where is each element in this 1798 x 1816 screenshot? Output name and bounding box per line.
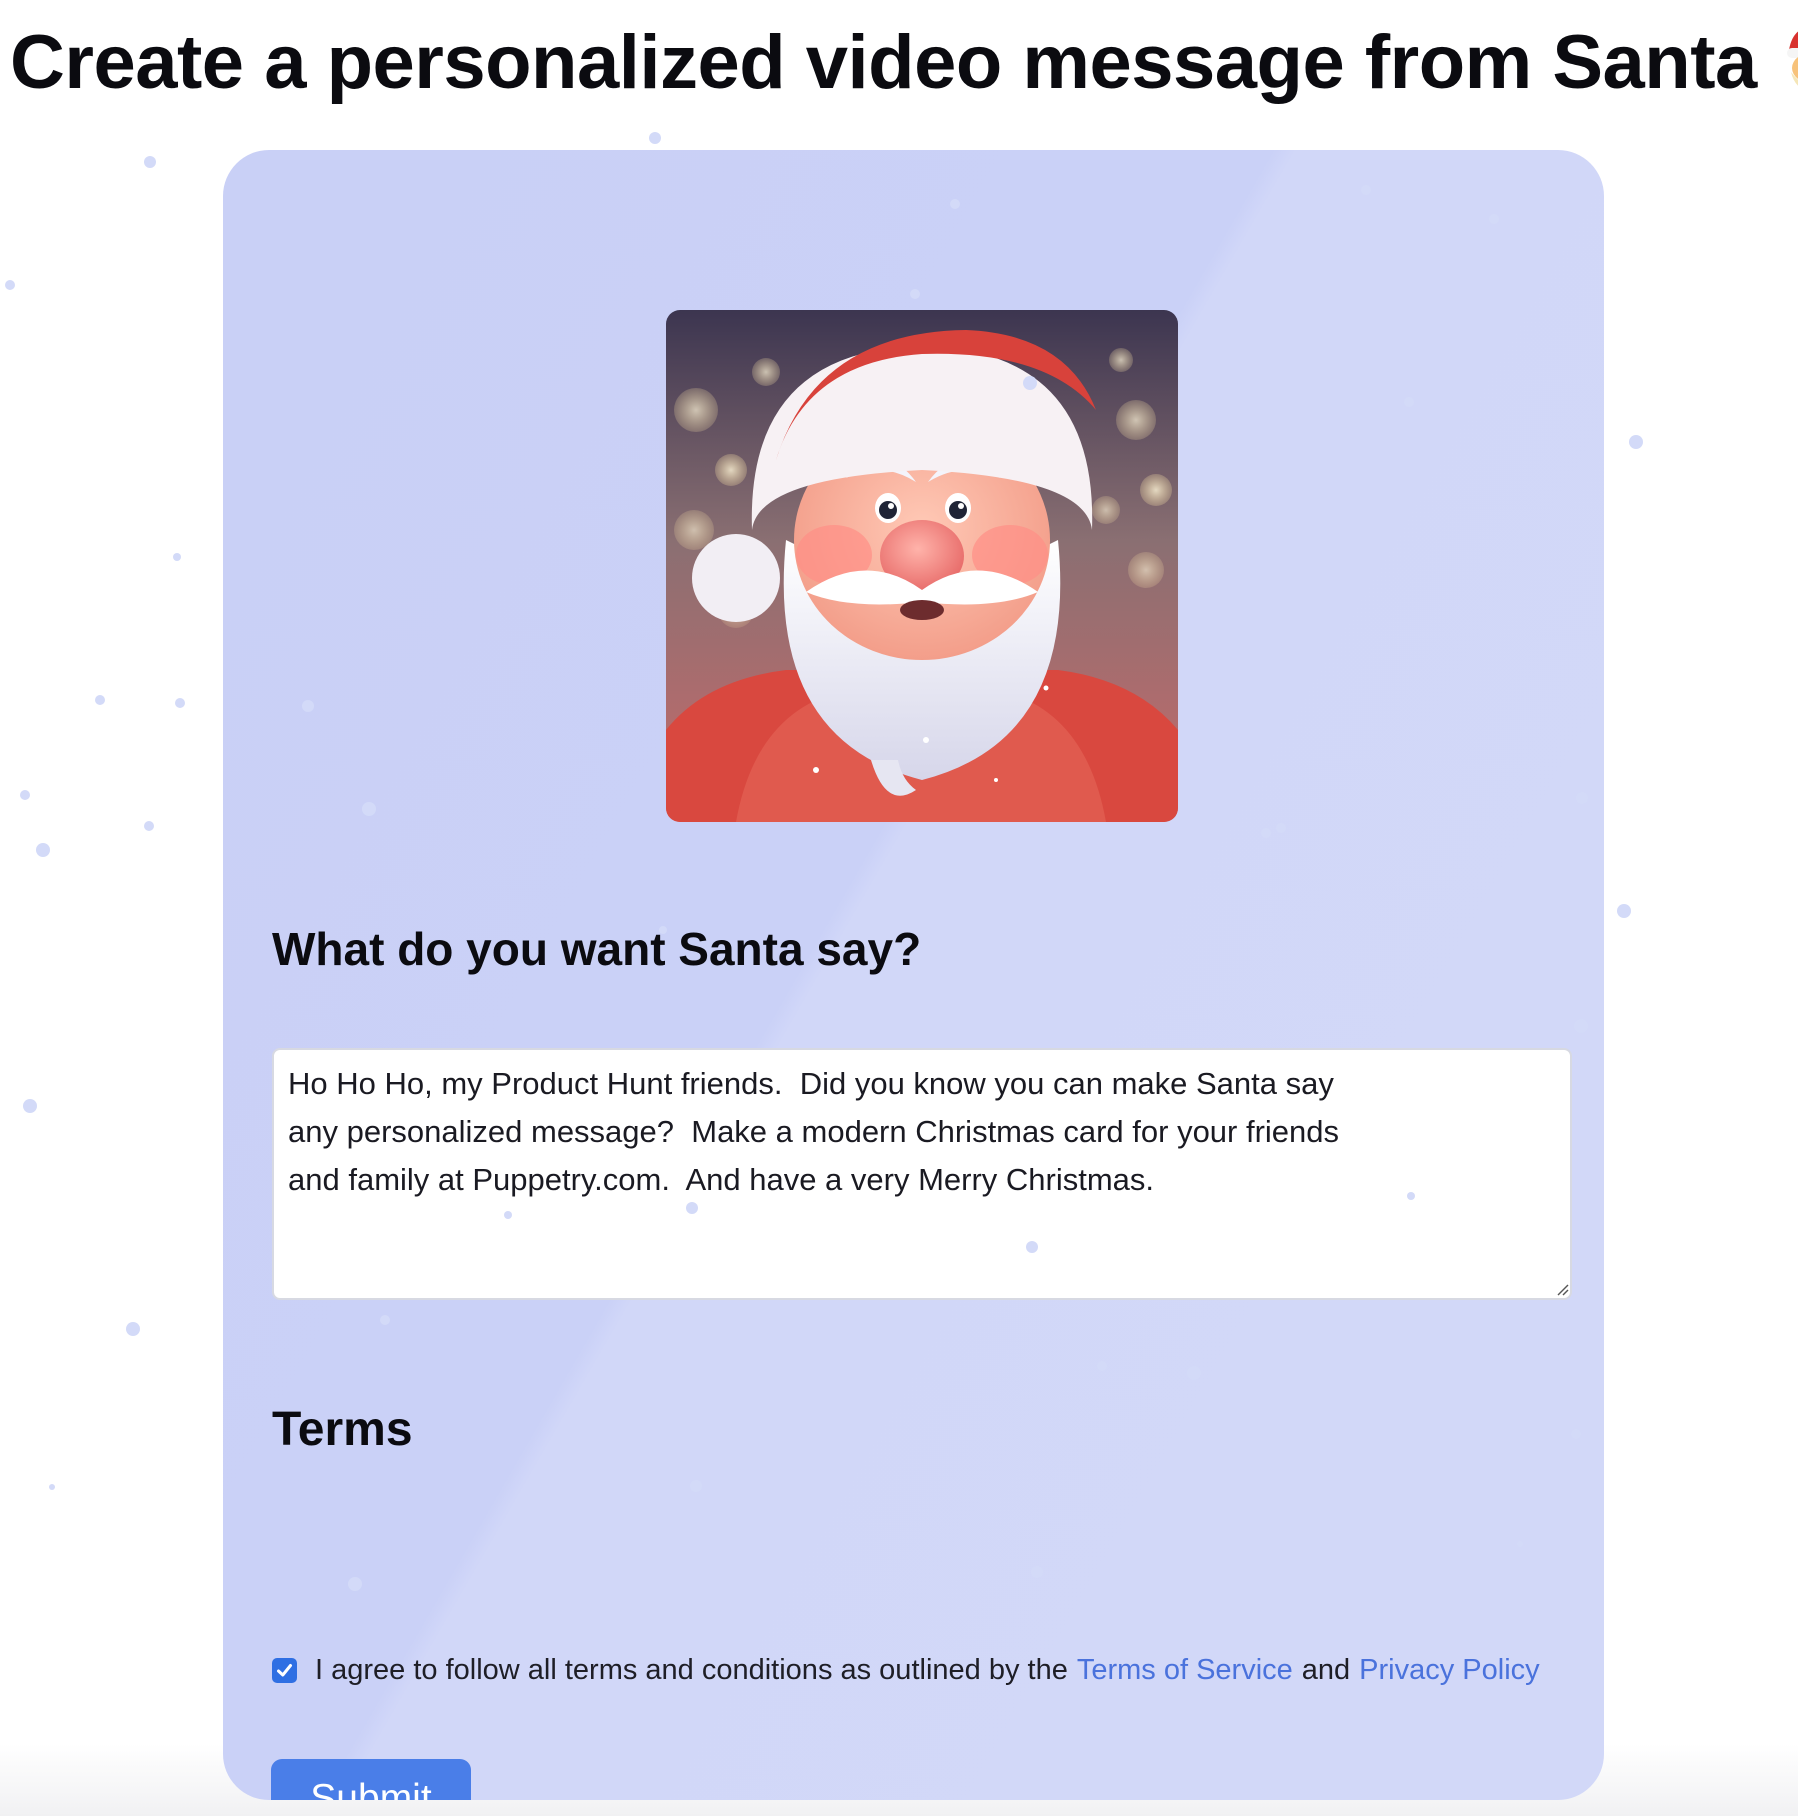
santa-claus-emoji-icon: [1787, 31, 1798, 86]
terms-agreement-row: I agree to follow all terms and conditio…: [272, 1652, 1540, 1688]
terms-and-text: and: [1301, 1653, 1351, 1686]
form-card: What do you want Santa say? Ho Ho Ho, my…: [223, 150, 1604, 1800]
message-heading: What do you want Santa say?: [272, 923, 922, 975]
santa-image: [666, 310, 1178, 822]
terms-checkbox[interactable]: [272, 1657, 297, 1683]
santa-illustration: [666, 310, 1178, 822]
page-title-text: Create a personalized video message from…: [10, 20, 1757, 105]
submit-button[interactable]: Submit: [271, 1759, 471, 1800]
privacy-policy-link[interactable]: Privacy Policy: [1359, 1654, 1540, 1687]
santa-message-input[interactable]: Ho Ho Ho, my Product Hunt friends. Did y…: [272, 1048, 1572, 1300]
resize-grip-icon[interactable]: [1555, 1282, 1569, 1296]
terms-of-service-link[interactable]: Terms of Service: [1077, 1654, 1293, 1687]
terms-agreement-text: I agree to follow all terms and conditio…: [315, 1653, 1068, 1686]
page-title: Create a personalized video message from…: [10, 18, 1798, 108]
page: Create a personalized video message from…: [0, 0, 1798, 1816]
terms-heading: Terms: [272, 1403, 413, 1456]
checkmark-icon: [277, 1663, 292, 1676]
